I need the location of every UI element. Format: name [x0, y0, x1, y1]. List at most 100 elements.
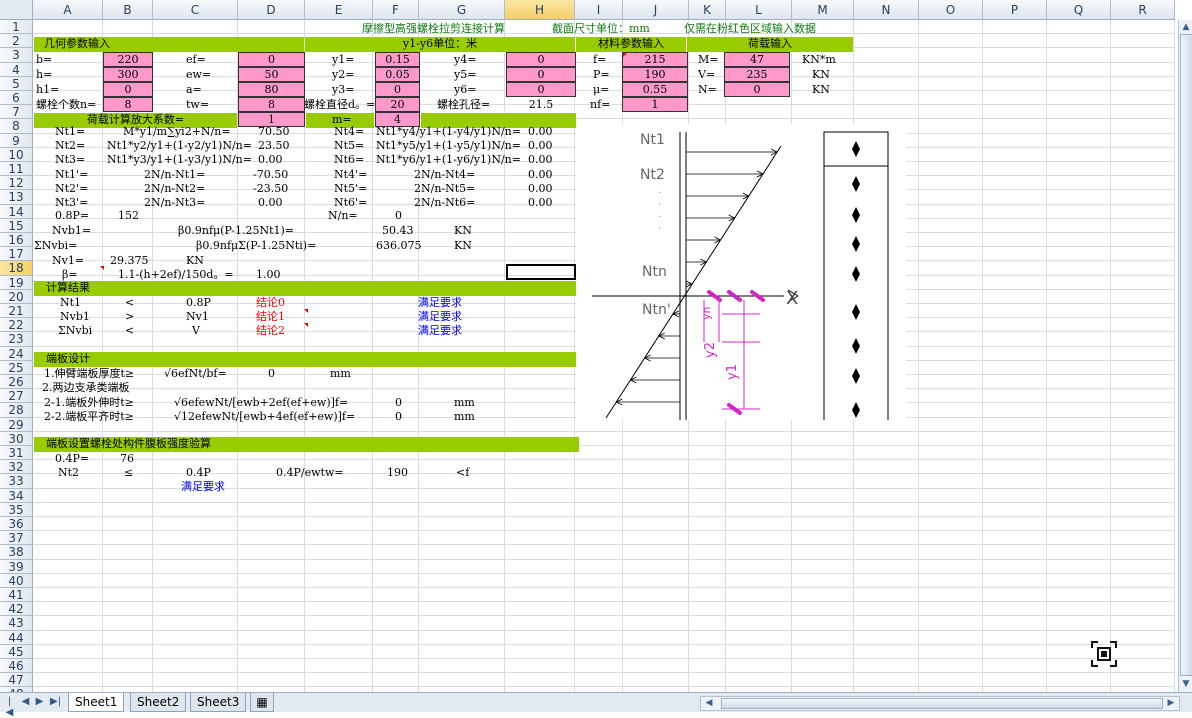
horizontal-scroll-thumb[interactable] — [721, 698, 1163, 709]
row-header-30[interactable]: 30 — [0, 431, 33, 446]
column-header-I[interactable]: I — [575, 0, 623, 20]
row-header-43[interactable]: 43 — [0, 616, 33, 631]
h-input[interactable]: 300 — [103, 67, 153, 82]
row-header-18[interactable]: 18 — [0, 261, 33, 276]
row-header-29[interactable]: 29 — [0, 417, 33, 432]
row-header-8[interactable]: 8 — [0, 119, 33, 134]
h1-input[interactable]: 0 — [103, 82, 153, 97]
row-header-33[interactable]: 33 — [0, 474, 33, 489]
column-header-M[interactable]: M — [792, 0, 854, 20]
row-header-28[interactable]: 28 — [0, 403, 33, 418]
b-input[interactable]: 220 — [103, 52, 153, 67]
row-header-21[interactable]: 21 — [0, 304, 33, 319]
y5-input[interactable]: 0 — [506, 67, 576, 82]
ew-input[interactable]: 50 — [238, 67, 305, 82]
column-header-E[interactable]: E — [305, 0, 373, 20]
horizontal-scrollbar[interactable]: ◀ ▶ — [700, 696, 1180, 711]
V-input[interactable]: 235 — [724, 67, 790, 82]
column-header-P[interactable]: P — [983, 0, 1047, 20]
spreadsheet[interactable]: ABCDEFGHIJKLMNOPQR 1 2 3 4 5 6 7 8 9 10 11 12 13 14 15… — [0, 0, 1192, 692]
d0-input[interactable]: 20 — [375, 97, 420, 112]
row-header-19[interactable]: 19 — [0, 275, 33, 290]
row-header-4[interactable]: 4 — [0, 62, 33, 77]
insert-sheet-icon[interactable]: ▦ — [250, 693, 274, 712]
select-all-corner[interactable] — [0, 0, 33, 20]
screen-capture-icon[interactable] — [1090, 640, 1118, 668]
y1-input[interactable]: 0.15 — [375, 52, 420, 67]
n-input[interactable]: 8 — [103, 97, 153, 112]
column-header-A[interactable]: A — [33, 0, 103, 20]
row-header-11[interactable]: 11 — [0, 162, 33, 177]
column-header-K[interactable]: K — [689, 0, 726, 20]
row-header-34[interactable]: 34 — [0, 488, 33, 503]
y2-input[interactable]: 0.05 — [375, 67, 420, 82]
row-header-14[interactable]: 14 — [0, 204, 33, 219]
column-header-L[interactable]: L — [726, 0, 792, 20]
column-header-R[interactable]: R — [1111, 0, 1175, 20]
row-header-41[interactable]: 41 — [0, 588, 33, 603]
M-input[interactable]: 47 — [724, 52, 790, 67]
row-header-15[interactable]: 15 — [0, 218, 33, 233]
scroll-left-icon[interactable]: ◀ — [703, 697, 715, 709]
tw-input[interactable]: 8 — [238, 97, 305, 112]
column-header-G[interactable]: G — [419, 0, 505, 20]
row-header-12[interactable]: 12 — [0, 176, 33, 191]
row-header-2[interactable]: 2 — [0, 34, 33, 49]
row-header-38[interactable]: 38 — [0, 545, 33, 560]
row-header-6[interactable]: 6 — [0, 91, 33, 106]
column-header-Q[interactable]: Q — [1047, 0, 1111, 20]
row-header-45[interactable]: 45 — [0, 644, 33, 659]
a-input[interactable]: 80 — [238, 82, 305, 97]
next-sheet-icon[interactable]: ▶ — [34, 696, 45, 707]
scroll-up-icon[interactable]: ▲ — [1180, 21, 1192, 33]
row-header-44[interactable]: 44 — [0, 630, 33, 645]
row-header-37[interactable]: 37 — [0, 531, 33, 546]
column-header-B[interactable]: B — [103, 0, 153, 20]
y3-input[interactable]: 0 — [375, 82, 420, 97]
tab-sheet1[interactable]: Sheet1 — [68, 693, 125, 712]
column-header-J[interactable]: J — [623, 0, 689, 20]
row-header-46[interactable]: 46 — [0, 659, 33, 674]
row-header-31[interactable]: 31 — [0, 446, 33, 461]
P-input[interactable]: 190 — [622, 67, 688, 82]
row-header-40[interactable]: 40 — [0, 573, 33, 588]
first-sheet-icon[interactable]: |◀ — [4, 696, 15, 718]
row-header-25[interactable]: 25 — [0, 360, 33, 375]
mu-input[interactable]: 0.55 — [622, 82, 688, 97]
y4-input[interactable]: 0 — [506, 52, 576, 67]
row-header-35[interactable]: 35 — [0, 502, 33, 517]
column-header-D[interactable]: D — [238, 0, 305, 20]
column-header-H[interactable]: H — [505, 0, 575, 20]
row-header-26[interactable]: 26 — [0, 375, 33, 390]
row-header-39[interactable]: 39 — [0, 559, 33, 574]
tab-sheet2[interactable]: Sheet2 — [130, 693, 187, 712]
row-header-9[interactable]: 9 — [0, 133, 33, 148]
row-header-3[interactable]: 3 — [0, 48, 33, 63]
row-header-36[interactable]: 36 — [0, 517, 33, 532]
tab-sheet3[interactable]: Sheet3 — [190, 693, 247, 712]
column-header-O[interactable]: O — [919, 0, 983, 20]
row-header-5[interactable]: 5 — [0, 76, 33, 91]
row-header-16[interactable]: 16 — [0, 233, 33, 248]
row-header-20[interactable]: 20 — [0, 289, 33, 304]
row-header-7[interactable]: 7 — [0, 105, 33, 120]
column-header-C[interactable]: C — [153, 0, 238, 20]
vertical-scrollbar[interactable]: ▲ ▼ — [1178, 20, 1192, 692]
column-header-N[interactable]: N — [854, 0, 919, 20]
row-header-17[interactable]: 17 — [0, 247, 33, 262]
active-cell-H18[interactable] — [506, 264, 576, 280]
f-input[interactable]: 215 — [622, 52, 688, 67]
last-sheet-icon[interactable]: ▶| — [50, 696, 61, 707]
row-header-32[interactable]: 32 — [0, 460, 33, 475]
scroll-right-icon[interactable]: ▶ — [1165, 697, 1177, 709]
row-header-1[interactable]: 1 — [0, 20, 33, 35]
row-header-27[interactable]: 27 — [0, 389, 33, 404]
row-header-22[interactable]: 22 — [0, 318, 33, 333]
row-header-42[interactable]: 42 — [0, 602, 33, 617]
row-header-13[interactable]: 13 — [0, 190, 33, 205]
y6-input[interactable]: 0 — [506, 82, 576, 97]
column-header-F[interactable]: F — [373, 0, 419, 20]
row-header-24[interactable]: 24 — [0, 346, 33, 361]
N-input[interactable]: 0 — [724, 82, 790, 97]
row-header-47[interactable]: 47 — [0, 673, 33, 688]
